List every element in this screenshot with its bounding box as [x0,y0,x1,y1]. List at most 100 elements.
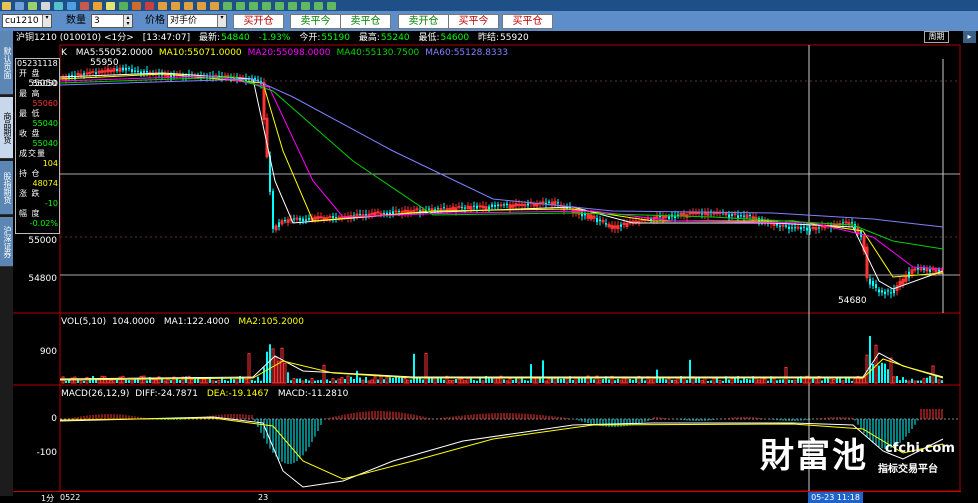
candle-body [116,68,118,71]
sidebar-tab-1[interactable]: 商品期货 [0,97,13,159]
year-icon[interactable] [210,1,219,10]
volume-bar [788,379,790,383]
order-button-4[interactable]: 买平今 [448,14,499,29]
bar-chart-icon[interactable] [132,1,141,10]
volume-bar [170,380,172,383]
refresh-icon[interactable] [54,1,63,10]
quote-label: 收 盘 [19,129,41,138]
quote-value: 48074 [32,179,58,188]
candle-body [691,212,695,215]
period-button[interactable]: 周期 [924,31,949,43]
min120-icon[interactable] [301,1,310,10]
volume-bar [905,379,907,383]
candle-body [887,290,889,292]
volume-bar [712,377,716,384]
macd-value: MACD:-11.2810 [277,389,349,399]
volume-bar [922,378,926,384]
volume-bar [827,378,829,383]
candle-icon[interactable] [145,1,154,10]
min240-icon[interactable] [314,1,323,10]
stepper-arrows-icon[interactable]: ▴ ▾ [123,15,132,27]
candle-body [737,215,739,219]
cut-icon[interactable] [2,1,11,10]
order-button-5[interactable]: 买平仓 [502,14,553,29]
volume-bar [280,347,284,384]
candle-body [548,201,550,203]
play-icon[interactable] [67,1,76,10]
volume-bar [641,377,643,383]
candle-body [620,224,622,227]
quote-label: 最 高 [19,89,41,98]
candle-body [398,211,400,213]
candle-body [743,215,745,217]
order-button-1[interactable]: 卖平今 [290,14,341,29]
quote-value: 55060 [32,99,58,108]
ma-legend-item: MA10:55071.0000 [158,48,242,58]
min15-icon[interactable] [262,1,271,10]
day-icon[interactable] [158,1,167,10]
volume-bar [326,379,328,383]
order-button-2[interactable]: 卖平仓 [340,14,391,29]
volume-bar [373,376,377,384]
min30-icon[interactable] [275,1,284,10]
order-button-0[interactable]: 买开仓 [233,14,284,29]
quote-label: 成交量 [19,149,46,158]
min3-icon[interactable] [236,1,245,10]
sidebar: 默认页面商品期货股指期货沪深证券 [0,31,13,496]
ma-legend-item: MA40:55130.7500 [336,48,420,58]
open-label: 今开: [299,33,321,43]
volume-bar [346,375,350,384]
stop-icon[interactable] [80,1,89,10]
volume-bar [317,380,319,383]
volume-bar [560,378,562,383]
sidebar-tab-3[interactable]: 沪深证券 [0,217,13,267]
min60-icon[interactable] [288,1,297,10]
note-icon[interactable] [106,1,115,10]
volume-bar [331,378,335,384]
chevron-down-icon[interactable]: ▾ [42,15,51,27]
price-type-select[interactable]: 对手价 ▾ [167,14,227,28]
print-icon[interactable] [41,1,50,10]
volume-bar [266,351,268,383]
custom-icon[interactable] [327,1,336,10]
pen-icon[interactable] [93,1,102,10]
week-icon[interactable] [171,1,180,10]
min5-icon[interactable] [249,1,258,10]
volume-bar [244,379,248,384]
quote-date: 05231118 [17,59,58,68]
volume-bar [406,379,410,384]
volume-bar [154,379,158,384]
paste-icon[interactable] [28,1,37,10]
volume-bar [305,379,307,383]
price-panel-frame [59,44,961,314]
chart-icon[interactable] [119,1,128,10]
volume-bar [593,379,595,383]
contract-title: 沪铜1210 (010010) <1分> [16,33,134,43]
copy-icon[interactable] [15,1,24,10]
qty-stepper[interactable]: 3 ▴ ▾ [91,14,133,28]
volume-bar [292,378,296,384]
collapse-arrow-icon[interactable]: ▸ [963,31,976,43]
sidebar-tab-0[interactable]: 默认页面 [0,31,13,95]
candle-body [499,204,503,207]
volume-bar [79,380,83,384]
candle-body [781,224,785,227]
min1-icon[interactable] [223,1,232,10]
candle-body [305,219,307,221]
candle-body [299,218,301,221]
month-icon[interactable] [184,1,193,10]
contract-select[interactable]: cu1210 ▾ [2,14,52,28]
quarter-icon[interactable] [197,1,206,10]
order-button-3[interactable]: 卖开仓 [398,14,449,29]
chart-canvas[interactable] [13,31,961,491]
candle-body [457,205,461,208]
candle-body [599,219,601,222]
quote-label: 幅 度 [19,209,41,218]
quote-value: 104 [42,159,58,168]
volume-bar [584,378,586,383]
volume-bar [383,379,385,383]
sidebar-tab-2[interactable]: 股指期货 [0,161,13,215]
chevron-down-icon[interactable]: ▾ [217,15,226,27]
volume-bar [359,377,361,383]
volume-bar [344,379,346,383]
